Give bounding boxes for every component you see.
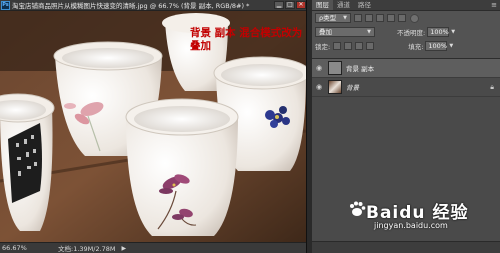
minimize-button[interactable]: ▁	[274, 1, 284, 9]
watermark-brand: Baidu 经验	[366, 203, 469, 223]
document-title: 淘宝店铺商品照片从模糊图片快速变的清晰.jpg @ 66.7% (背景 副本, …	[12, 2, 250, 10]
panel-tabs: 图层 通道 路径 ≡	[312, 0, 500, 11]
lock-position-icon[interactable]	[355, 42, 364, 50]
blend-row: 叠加 ▼ 不透明度: 100% ▼	[312, 25, 500, 39]
layer-filter-select[interactable]: ρ类型 ▼	[315, 13, 351, 23]
photoshop-logo-icon: Ps	[1, 0, 10, 10]
layer-filter-row: ρ类型 ▼	[312, 11, 500, 25]
status-menu-arrow-icon[interactable]: ▶	[122, 245, 127, 252]
lock-transparent-icon[interactable]	[333, 42, 342, 50]
opacity-dropdown-icon[interactable]: ▼	[451, 29, 455, 35]
tab-layers[interactable]: 图层	[312, 0, 333, 10]
opacity-label: 不透明度:	[397, 29, 426, 37]
blend-mode-value: 叠加	[319, 28, 332, 36]
annotation-caption: 背景 副本 混合模式改为叠加	[190, 27, 303, 52]
layer-row-background[interactable]: ◉ 背景 🔒︎	[312, 78, 500, 97]
zoom-level-field[interactable]: 66.67%	[0, 244, 28, 252]
filter-pixel-icon[interactable]	[354, 14, 362, 22]
opacity-input[interactable]: 100%	[427, 27, 450, 37]
lock-image-icon[interactable]	[344, 42, 353, 50]
layer-filter-value: ρ类型	[319, 14, 337, 22]
lock-all-icon[interactable]	[366, 42, 375, 50]
tab-channels[interactable]: 通道	[333, 0, 354, 10]
tab-paths[interactable]: 路径	[354, 0, 375, 10]
layer-thumbnail	[328, 61, 342, 75]
cup-front-lotus	[125, 98, 239, 236]
lock-icon: 🔒︎	[490, 82, 494, 91]
paw-logo-icon	[350, 201, 366, 216]
layer-row-background-copy[interactable]: ◉ 背景 副本	[312, 59, 500, 78]
dropdown-arrow-icon: ▼	[343, 15, 347, 21]
document-status-bar: 66.67% 文档:1.39M/2.78M ▶	[0, 242, 306, 253]
document-size-readout: 文档:1.39M/2.78M	[58, 245, 116, 253]
filter-type-icon[interactable]	[376, 14, 384, 22]
filter-shape-icon[interactable]	[387, 14, 395, 22]
fill-label: 填充:	[408, 43, 424, 51]
visibility-eye-icon[interactable]: ◉	[312, 64, 326, 72]
document-titlebar[interactable]: Ps 淘宝店铺商品照片从模糊图片快速变的清晰.jpg @ 66.7% (背景 副…	[0, 0, 306, 11]
filter-toggle-icon[interactable]	[410, 13, 419, 23]
maximize-button[interactable]: □	[285, 1, 295, 9]
filter-adjustment-icon[interactable]	[365, 14, 373, 22]
blend-mode-select[interactable]: 叠加 ▼	[315, 27, 375, 37]
fill-input[interactable]: 100%	[425, 41, 448, 51]
filter-smart-object-icon[interactable]	[398, 14, 406, 22]
fill-dropdown-icon[interactable]: ▼	[449, 43, 453, 49]
lock-label: 锁定:	[315, 43, 331, 51]
baidu-jingyan-watermark: Baidu 经验 jingyan.baidu.com	[350, 196, 500, 246]
visibility-eye-icon[interactable]: ◉	[312, 83, 326, 91]
dropdown-arrow-icon: ▼	[367, 29, 371, 35]
lock-row: 锁定: 填充: 100% ▼	[312, 39, 500, 53]
close-button[interactable]: ✕	[296, 1, 306, 9]
panel-menu-icon[interactable]: ≡	[491, 0, 497, 10]
watermark-url: jingyan.baidu.com	[374, 221, 448, 230]
layer-thumbnail	[328, 80, 342, 94]
layer-name: 背景	[346, 84, 359, 92]
document-window: Ps 淘宝店铺商品照片从模糊图片快速变的清晰.jpg @ 66.7% (背景 副…	[0, 0, 306, 253]
layer-name: 背景 副本	[346, 65, 375, 73]
